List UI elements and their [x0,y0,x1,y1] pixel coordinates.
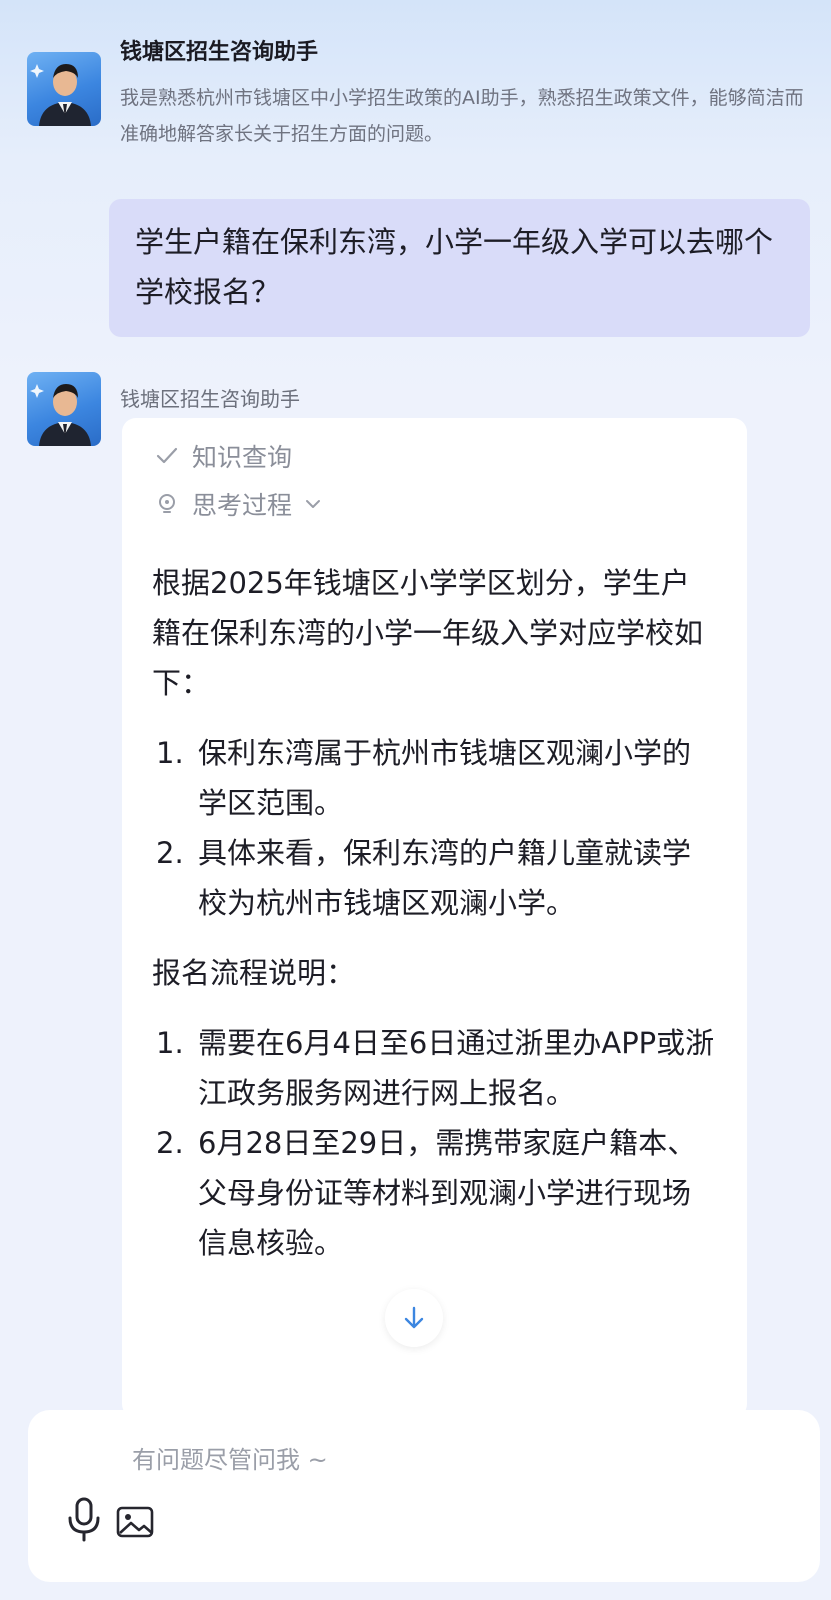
list-item-text: 保利东湾属于杭州市钱塘区观澜小学的学区范围。 [198,736,692,820]
microphone-icon [68,1497,100,1542]
bot-avatar [27,372,101,446]
bot-message-card: 知识查询 思考过程 根据2025年钱塘区小学学区划分，学生户籍在保利东湾的小学一… [122,418,747,1418]
user-message-bubble: 学生户籍在保利东湾，小学一年级入学可以去哪个学校报名？ [109,199,810,337]
thinking-process-toggle[interactable]: 思考过程 [154,486,322,522]
thinking-process-label: 思考过程 [192,491,293,520]
chevron-down-icon [306,500,321,508]
bot-name: 钱塘区招生咨询助手 [120,387,300,411]
chat-input[interactable] [132,1442,772,1478]
list-item-text: 6月28日至29日，需携带家庭户籍本、父母身份证等材料到观澜小学进行现场信息核验… [198,1126,697,1260]
school-list: 1. 保利东湾属于杭州市钱塘区观澜小学的学区范围。 2. 具体来看，保利东湾的户… [152,728,717,928]
voice-input-button[interactable] [62,1494,106,1546]
list-item: 2. 具体来看，保利东湾的户籍儿童就读学校为杭州市钱塘区观澜小学。 [152,828,717,928]
list-item-number: 2. [156,836,184,870]
image-upload-button[interactable] [114,1502,156,1542]
assistant-portrait-icon [30,64,91,126]
image-icon [116,1506,154,1538]
bot-answer: 根据2025年钱塘区小学学区划分，学生户籍在保利东湾的小学一年级入学对应学校如下… [152,558,717,1288]
assistant-avatar [27,52,101,126]
list-item-text: 需要在6月4日至6日通过浙里办APP或浙江政务服务网进行网上报名。 [198,1026,715,1110]
arrow-down-icon [404,1306,424,1329]
lightbulb-icon [159,494,175,513]
registration-steps: 1. 需要在6月4日至6日通过浙里办APP或浙江政务服务网进行网上报名。 2. … [152,1018,717,1268]
assistant-description: 我是熟悉杭州市钱塘区中小学招生政策的AI助手，熟悉招生政策文件，能够简洁而准确地… [120,87,804,145]
scroll-to-bottom-button[interactable] [385,1289,443,1347]
knowledge-query-status: 知识查询 [154,438,292,474]
check-icon [156,447,178,464]
section-title: 报名流程说明： [152,956,356,990]
assistant-title: 钱塘区招生咨询助手 [120,40,319,65]
list-item: 2. 6月28日至29日，需携带家庭户籍本、父母身份证等材料到观澜小学进行现场信… [152,1118,717,1268]
chat-input-area [28,1410,820,1582]
answer-intro: 根据2025年钱塘区小学学区划分，学生户籍在保利东湾的小学一年级入学对应学校如下… [152,566,704,700]
list-item-number: 1. [156,736,184,770]
list-item-text: 具体来看，保利东湾的户籍儿童就读学校为杭州市钱塘区观澜小学。 [198,836,692,920]
list-item-number: 2. [156,1126,184,1160]
knowledge-query-label: 知识查询 [192,443,293,472]
list-item: 1. 需要在6月4日至6日通过浙里办APP或浙江政务服务网进行网上报名。 [152,1018,717,1118]
list-item-number: 1. [156,1026,184,1060]
assistant-portrait-icon [30,384,91,446]
list-item: 1. 保利东湾属于杭州市钱塘区观澜小学的学区范围。 [152,728,717,828]
